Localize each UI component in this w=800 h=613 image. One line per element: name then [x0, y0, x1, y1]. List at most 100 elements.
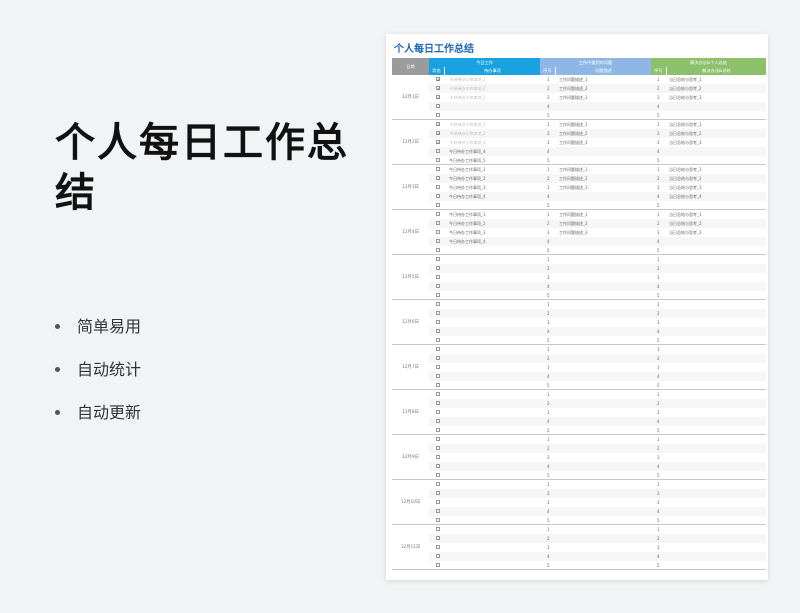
status-checkbox[interactable] [436, 212, 440, 216]
problem-seq: 1 [547, 257, 550, 262]
status-checkbox[interactable] [436, 437, 440, 441]
table-row: ✓ 今日待办工作事项_2 2 工作问题描述_2 2 当日总结与思考_2 [429, 84, 766, 93]
table-row: 44 [429, 462, 766, 471]
status-checkbox[interactable] [436, 221, 440, 225]
status-checkbox[interactable] [436, 401, 440, 405]
problem-seq: 1 [547, 302, 550, 307]
status-checkbox[interactable] [436, 383, 440, 387]
table-row: 今日待办工作事项_4 4 4 [429, 147, 766, 156]
todo-text: 今日待办工作事项_1 [449, 167, 486, 172]
status-checkbox[interactable] [436, 113, 440, 117]
problem-seq: 4 [547, 554, 550, 559]
problem-seq: 2 [547, 266, 550, 271]
status-checkbox[interactable] [436, 518, 440, 522]
solution-seq: 2 [657, 536, 660, 541]
problem-seq: 3 [547, 140, 550, 145]
solution-seq: 2 [657, 446, 660, 451]
problem-seq: 2 [547, 401, 550, 406]
problem-text: 工作问题描述_3 [559, 95, 588, 100]
table-row: 33 [429, 318, 766, 327]
spreadsheet-preview: 个人每日工作总结 日期 今日工作 状态 待办事项 工作中遇到的问题 序号 问题描… [386, 34, 768, 580]
status-checkbox[interactable] [436, 536, 440, 540]
solution-seq: 5 [657, 518, 660, 523]
status-checkbox[interactable] [436, 185, 440, 189]
status-checkbox[interactable] [436, 158, 440, 162]
status-checkbox[interactable] [436, 203, 440, 207]
status-checkbox[interactable] [436, 257, 440, 261]
status-checkbox[interactable] [436, 410, 440, 414]
status-checkbox[interactable] [436, 302, 440, 306]
status-checkbox[interactable] [436, 194, 440, 198]
status-checkbox[interactable] [436, 419, 440, 423]
status-checkbox[interactable] [436, 527, 440, 531]
status-checkbox[interactable]: ✓ [436, 95, 440, 100]
status-checkbox[interactable]: ✓ [436, 122, 440, 127]
status-checkbox[interactable] [436, 338, 440, 342]
solution-seq: 3 [657, 230, 660, 235]
problem-seq: 3 [547, 230, 550, 235]
table-row: 33 [429, 273, 766, 282]
problem-seq: 2 [547, 221, 550, 226]
status-checkbox[interactable] [436, 275, 440, 279]
table-row: 今日待办工作事项_2 2 工作问题描述_2 2 当日总结与思考_2 [429, 219, 766, 228]
solution-text: 当日总结与思考_3 [669, 140, 702, 145]
table-row: ✓ 今日待办工作事项_1 1 工作问题描述_1 1 当日总结与思考_1 [429, 120, 766, 129]
header-seq1: 序号 [540, 67, 556, 75]
status-checkbox[interactable] [436, 329, 440, 333]
table-row: 今日待办工作事项_3 3 工作问题描述_3 3 当日总结与思考_3 [429, 183, 766, 192]
status-checkbox[interactable] [436, 500, 440, 504]
status-checkbox[interactable] [436, 104, 440, 108]
status-checkbox[interactable] [436, 554, 440, 558]
solution-seq: 1 [657, 527, 660, 532]
solution-seq: 4 [657, 104, 660, 109]
solution-seq: 3 [657, 275, 660, 280]
status-checkbox[interactable]: ✓ [436, 77, 440, 82]
todo-text: 今日待办工作事项_2 [449, 86, 486, 91]
status-checkbox[interactable] [436, 392, 440, 396]
status-checkbox[interactable] [436, 365, 440, 369]
solution-seq: 4 [657, 284, 660, 289]
status-checkbox[interactable] [436, 167, 440, 171]
status-checkbox[interactable] [436, 176, 440, 180]
status-checkbox[interactable] [436, 482, 440, 486]
day-date-cell: 12月4日 [392, 210, 429, 255]
table-row: 今日待办工作事项_1 1 工作问题描述_1 1 当日总结与思考_1 [429, 210, 766, 219]
status-checkbox[interactable] [436, 473, 440, 477]
status-checkbox[interactable] [436, 239, 440, 243]
status-checkbox[interactable] [436, 266, 440, 270]
status-checkbox[interactable] [436, 446, 440, 450]
header-seq2: 序号 [651, 67, 667, 75]
day-date-cell: 12月3日 [392, 165, 429, 210]
table-row: 今日待办工作事项_4 4 4 [429, 237, 766, 246]
status-checkbox[interactable] [436, 347, 440, 351]
problem-text: 工作问题描述_2 [559, 221, 588, 226]
status-checkbox[interactable]: ✓ [436, 140, 440, 145]
status-checkbox[interactable] [436, 311, 440, 315]
table-row: 11 [429, 345, 766, 354]
problem-text: 工作问题描述_3 [559, 230, 588, 235]
status-checkbox[interactable] [436, 455, 440, 459]
status-checkbox[interactable] [436, 545, 440, 549]
status-checkbox[interactable] [436, 428, 440, 432]
table-row: 今日待办工作事项_4 4 4 当日总结与思考_4 [429, 192, 766, 201]
status-checkbox[interactable] [436, 284, 440, 288]
status-checkbox[interactable] [436, 509, 440, 513]
status-checkbox[interactable] [436, 563, 440, 567]
solution-seq: 1 [657, 437, 660, 442]
status-checkbox[interactable] [436, 248, 440, 252]
status-checkbox[interactable] [436, 149, 440, 153]
status-checkbox[interactable] [436, 464, 440, 468]
status-checkbox[interactable] [436, 320, 440, 324]
problem-seq: 5 [547, 158, 550, 163]
status-checkbox[interactable] [436, 356, 440, 360]
status-checkbox[interactable]: ✓ [436, 131, 440, 136]
status-checkbox[interactable]: ✓ [436, 86, 440, 91]
table-row: 今日待办工作事项_2 2 工作问题描述_2 2 当日总结与思考_2 [429, 174, 766, 183]
status-checkbox[interactable] [436, 230, 440, 234]
status-checkbox[interactable] [436, 491, 440, 495]
status-checkbox[interactable] [436, 374, 440, 378]
todo-text: 今日待办工作事项_4 [449, 149, 486, 154]
status-checkbox[interactable] [436, 293, 440, 297]
solution-seq: 3 [657, 140, 660, 145]
header-solution-desc: 解决办法&总结 [667, 67, 766, 75]
